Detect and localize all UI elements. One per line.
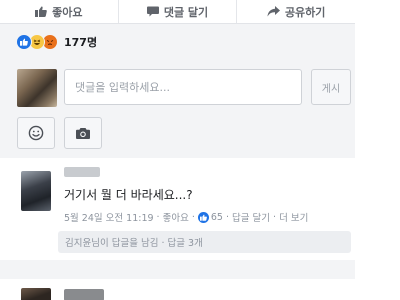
like-button[interactable]: 좋아요	[0, 0, 119, 23]
commenter-name-redacted[interactable]	[64, 167, 100, 177]
share-button-label: 공유하기	[284, 5, 326, 19]
comment-timestamp[interactable]: 5월 24일 오전 11:19	[64, 210, 154, 224]
comment-like-count[interactable]: 65	[211, 212, 223, 223]
comment-icon	[146, 6, 159, 17]
post-card: 좋아요 댓글 달기 공유하기 177명 댓글을 입력하세요... 게시 거기서 …	[0, 0, 355, 300]
next-comment-item	[0, 279, 355, 300]
comment-input[interactable]	[64, 69, 302, 105]
post-comment-button[interactable]: 게시	[311, 69, 351, 105]
reaction-summary[interactable]: 177명	[16, 33, 97, 51]
comment-button[interactable]: 댓글 달기	[119, 0, 238, 23]
smiley-icon	[28, 125, 44, 141]
comment-like-icon	[197, 211, 209, 223]
comment-meta: 5월 24일 오전 11:19 · 좋아요 · 65 · 답글 달기 · 더 보…	[64, 210, 309, 224]
comment-more-link[interactable]: 더 보기	[279, 210, 308, 224]
comment-like-link[interactable]: 좋아요	[163, 210, 189, 224]
share-button[interactable]: 공유하기	[237, 0, 355, 23]
comment-reply-link[interactable]: 답글 달기	[232, 210, 270, 224]
like-button-label: 좋아요	[52, 5, 83, 19]
reaction-icons	[16, 34, 58, 50]
camera-icon	[76, 127, 90, 139]
thumbs-up-icon	[35, 6, 47, 17]
replies-summary[interactable]: 김지윤님이 답글을 남김 · 답글 3개	[58, 231, 351, 253]
commenter-avatar[interactable]	[21, 171, 51, 211]
comment-item: 거기서 뭘 더 바라세요...? 5월 24일 오전 11:19 · 좋아요 ·…	[0, 158, 355, 260]
comment-button-label: 댓글 달기	[163, 5, 209, 19]
next-commenter-name-redacted[interactable]	[64, 289, 104, 300]
post-action-bar: 좋아요 댓글 달기 공유하기	[0, 0, 355, 24]
current-user-avatar	[17, 69, 57, 107]
emoji-button[interactable]	[17, 117, 55, 149]
share-arrow-icon	[267, 6, 280, 17]
comment-text: 거기서 뭘 더 바라세요...?	[64, 188, 193, 202]
reaction-count[interactable]: 177명	[64, 34, 97, 50]
next-commenter-avatar[interactable]	[21, 288, 51, 300]
like-reaction-icon	[16, 34, 32, 50]
photo-button[interactable]	[64, 117, 102, 149]
